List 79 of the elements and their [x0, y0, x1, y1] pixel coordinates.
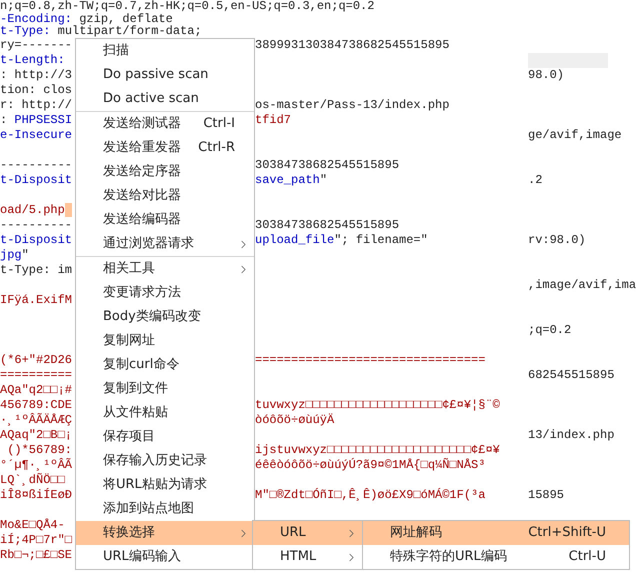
- code-text: ----------: [0, 218, 72, 232]
- menu-item[interactable]: 发送给对比器: [76, 184, 254, 208]
- code-text: iÍ;4P□7r"□: [0, 532, 72, 548]
- menu-item[interactable]: 复制到文件: [76, 377, 254, 401]
- code-text: .2: [528, 172, 542, 188]
- menu-item[interactable]: 变更请求方法: [76, 281, 254, 305]
- menu-item[interactable]: 复制网址: [76, 329, 254, 353]
- code-text: °´µ¶·¸¹ºÂÃ: [0, 458, 72, 472]
- code-text: AQaq"2□B□¡: [0, 428, 72, 442]
- menu-item[interactable]: 发送给编码器: [76, 208, 254, 232]
- code-text: t-Type: multipart/form-data;: [0, 25, 202, 38]
- code-text: ry=-------: [0, 38, 72, 52]
- code-text: 682545515895: [528, 368, 614, 382]
- menu-item[interactable]: 网址解码 Ctrl+Shift-U: [363, 521, 629, 545]
- code-text: save_path": [255, 172, 328, 188]
- code-text: LQ`¸dÑÖ□□: [0, 472, 65, 488]
- code-text: ()*56789:: [6, 442, 72, 458]
- code-text: 456789:CDE: [0, 398, 72, 412]
- code-text: ,image/avif,ima: [528, 278, 636, 292]
- code-text: ==========: [0, 368, 72, 382]
- code-text: rv:98.0): [528, 232, 586, 248]
- code-text: éêêòóôõö÷øùúýÚ?ã9¤©1MÅ{□q¼Ñ□NÅS³: [255, 458, 486, 472]
- code-text: upload_file"; filename=": [255, 232, 428, 248]
- code-text: ----------: [0, 158, 72, 172]
- menu-item[interactable]: 将URL粘贴为请求: [76, 473, 254, 497]
- code-text: : PHPSESSI: [0, 112, 72, 128]
- code-text: 30384738682545515895: [255, 158, 400, 172]
- code-text: n;q=0.8,zh-TW;q=0.7,zh-HK;q=0.5,en-US;q=0.3,en;q=0.2: [0, 0, 374, 12]
- code-text: Mo&E□QÅ4-: [0, 518, 65, 532]
- code-text: 30384738682545515895: [255, 218, 400, 232]
- code-text: tfid7: [255, 112, 292, 128]
- code-text: òóôõö÷øùúÿÄ: [255, 412, 334, 428]
- code-text: jpg": [0, 248, 29, 262]
- menu-item[interactable]: 转换选择: [76, 521, 254, 545]
- menu-item[interactable]: 特殊字符的URL编码 Ctrl-U: [363, 545, 629, 569]
- menu-item[interactable]: 从文件粘贴: [76, 401, 254, 425]
- code-text: tion: clos: [0, 82, 72, 98]
- menu-item[interactable]: URL编码输入: [76, 545, 254, 569]
- code-text: : http://3: [0, 68, 72, 82]
- code-text: tuvwxyz□□□□□□□□□□□□□□□□□□□¢£¤¥¦§¨©: [255, 398, 500, 412]
- code-text: t-Length:: [0, 52, 65, 68]
- code-text: ================================: [255, 352, 486, 368]
- code-text: ·¸¹ºÂÃÄÅÆÇ: [0, 412, 72, 428]
- code-text: (*6+"#2D26: [0, 352, 72, 368]
- code-text: iÎ8¤ßiÍEøÐ: [0, 488, 72, 502]
- menu-item[interactable]: Do active scan: [76, 87, 254, 111]
- menu-item[interactable]: Body类编码改变: [76, 305, 254, 329]
- code-text: oad/5.php: [0, 202, 65, 218]
- menu-item[interactable]: 保存项目: [76, 425, 254, 449]
- code-text: M"□®Zdt□ÓñI□,Ê¸Ê)øö£X9□óMÁ©1F(³a: [255, 488, 486, 502]
- code-text: 98.0): [528, 68, 564, 82]
- code-text: Rb□¬;□£□SE: [0, 548, 72, 562]
- code-text: ge/avif,image: [528, 128, 622, 142]
- code-text: 389993130384738682545515895: [255, 38, 450, 52]
- menu-item[interactable]: 发送给测试器 Ctrl-I: [76, 112, 254, 136]
- menu-item[interactable]: 复制curl命令: [76, 353, 254, 377]
- menu-item[interactable]: HTML: [253, 545, 362, 569]
- code-text: ijstuvwxyz□□□□□□□□□□□□□□□□□□□□¢£¤¥: [255, 442, 500, 458]
- menu-item[interactable]: Do passive scan: [76, 63, 254, 87]
- code-text: AQa"q2□□¡#: [0, 382, 72, 398]
- menu-item[interactable]: 保存输入历史记录: [76, 449, 254, 473]
- code-text: IFÿá.ExifM: [0, 292, 72, 308]
- code-text: r: http://: [0, 98, 72, 112]
- menu-item[interactable]: 发送给重发器 Ctrl-R: [76, 136, 254, 160]
- menu-item[interactable]: 通过浏览器请求: [76, 232, 254, 256]
- code-text: os-master/Pass-13/index.php: [255, 98, 450, 112]
- code-text: e-Insecure: [0, 128, 72, 142]
- menu-item[interactable]: 发送给定序器: [76, 160, 254, 184]
- menu-item[interactable]: 添加到站点地图: [76, 497, 254, 521]
- code-text: 13/index.php: [528, 428, 614, 442]
- code-text: 15895: [528, 488, 564, 502]
- code-text: t-Type: im: [0, 262, 72, 278]
- code-text: ;q=0.2: [528, 322, 572, 338]
- code-text: t-Disposit: [0, 232, 72, 248]
- menu-item[interactable]: 相关工具: [76, 257, 254, 281]
- menu-item[interactable]: URL: [253, 521, 362, 545]
- code-text: -Encoding: gzip, deflate: [0, 12, 173, 25]
- code-text: t-Disposit: [0, 172, 72, 188]
- menu-item[interactable]: 扫描: [76, 39, 254, 63]
